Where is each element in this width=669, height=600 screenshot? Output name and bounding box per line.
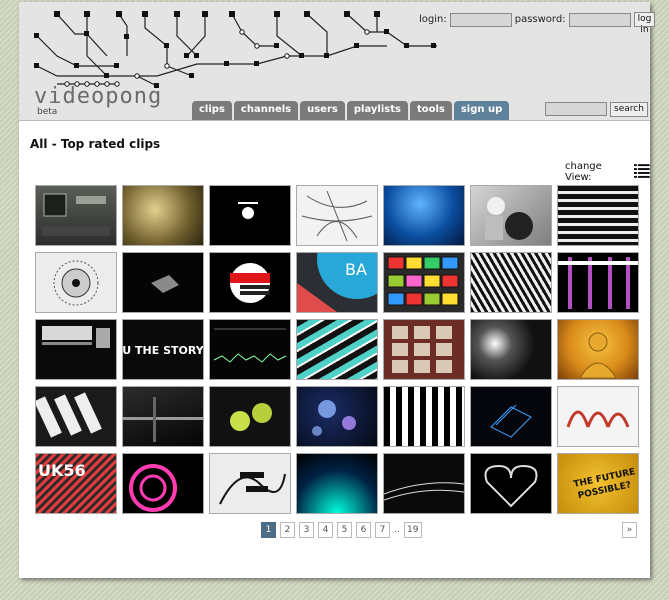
clip-thumbnail[interactable]	[470, 319, 552, 380]
clip-thumbnail[interactable]	[122, 386, 204, 447]
clip-thumbnail[interactable]	[383, 185, 465, 246]
search-input[interactable]	[545, 102, 607, 116]
main-nav: clips channels users playlists tools sig…	[192, 101, 510, 120]
page-link-5[interactable]: 5	[337, 522, 352, 538]
page-link-7[interactable]: 7	[375, 522, 390, 538]
clip-thumbnail[interactable]	[296, 453, 378, 514]
clip-thumbnail[interactable]	[209, 252, 291, 313]
logo-text[interactable]: videopong	[34, 84, 162, 109]
clip-thumbnail[interactable]	[122, 453, 204, 514]
change-view-label: change View:	[565, 161, 602, 183]
clip-thumbnail[interactable]	[383, 386, 465, 447]
clip-thumbnail[interactable]	[296, 386, 378, 447]
clip-thumbnail[interactable]	[470, 252, 552, 313]
pagination-ellipsis: ..	[394, 525, 400, 535]
svg-text:BA: BA	[345, 260, 367, 279]
login-label: login:	[419, 14, 447, 25]
clip-thumbnail[interactable]	[383, 319, 465, 380]
page-link-3[interactable]: 3	[299, 522, 314, 538]
clip-thumbnail[interactable]	[209, 185, 291, 246]
change-view: change View:	[565, 161, 650, 183]
page-link-4[interactable]: 4	[318, 522, 333, 538]
clip-thumbnail[interactable]	[122, 185, 204, 246]
clip-thumbnail[interactable]	[35, 252, 117, 313]
page-link-1[interactable]: 1	[261, 522, 276, 538]
clip-thumbnail[interactable]	[557, 185, 639, 246]
clip-thumbnail[interactable]	[296, 185, 378, 246]
svg-text:UK56: UK56	[38, 461, 86, 480]
login-area: login: password: log in	[419, 12, 656, 35]
clip-thumbnail[interactable]	[383, 453, 465, 514]
pagination: 1 2 3 4 5 6 7 .. 19	[261, 522, 422, 538]
clip-thumbnail[interactable]	[470, 185, 552, 246]
clip-thumbnail[interactable]	[122, 252, 204, 313]
clip-thumbnail[interactable]	[296, 319, 378, 380]
page-link-2[interactable]: 2	[280, 522, 295, 538]
clip-thumbnail[interactable]	[557, 319, 639, 380]
login-field[interactable]	[449, 12, 512, 27]
clip-thumbnail[interactable]	[470, 453, 552, 514]
search-area: search	[545, 102, 648, 117]
clip-thumbnail[interactable]	[35, 319, 117, 380]
header: videopong beta login: password: log in c…	[19, 2, 656, 121]
password-label: password:	[514, 14, 566, 25]
clip-thumbnail[interactable]	[470, 386, 552, 447]
page-link-6[interactable]: 6	[356, 522, 371, 538]
tab-tools[interactable]: tools	[409, 101, 452, 120]
login-button[interactable]: log in	[633, 12, 656, 35]
page: videopong beta login: password: log in c…	[19, 2, 656, 578]
clip-thumbnail[interactable]	[35, 386, 117, 447]
clip-thumbnail[interactable]	[209, 453, 291, 514]
list-view-icon[interactable]	[634, 164, 650, 180]
page-title: All - Top rated clips	[30, 137, 161, 151]
clip-thumbnail[interactable]	[557, 252, 639, 313]
clip-thumbnail[interactable]	[35, 185, 117, 246]
clip-thumbnail[interactable]	[557, 386, 639, 447]
clip-grid: BA U THE STORY UK56 THE FUTURE POSSIBLE?	[35, 185, 639, 514]
tab-clips[interactable]: clips	[192, 101, 232, 120]
clip-thumbnail[interactable]	[209, 386, 291, 447]
tab-users[interactable]: users	[300, 101, 345, 120]
page-link-last[interactable]: 19	[403, 522, 422, 538]
clip-thumbnail[interactable]: UK56	[35, 453, 117, 514]
password-field[interactable]	[568, 12, 631, 27]
svg-text:U THE STORY: U THE STORY	[123, 344, 203, 357]
tab-channels[interactable]: channels	[233, 101, 299, 120]
beta-label: beta	[37, 107, 58, 117]
clip-thumbnail[interactable]	[383, 252, 465, 313]
circuit-logo-graphic	[34, 11, 437, 88]
tab-playlists[interactable]: playlists	[346, 101, 408, 120]
search-button[interactable]: search	[610, 102, 648, 117]
clip-thumbnail[interactable]	[209, 319, 291, 380]
clip-thumbnail[interactable]: THE FUTURE ISPOSSIBLE?	[557, 453, 639, 514]
tab-sign-up[interactable]: sign up	[453, 101, 510, 120]
clip-thumbnail[interactable]: BA	[296, 252, 378, 313]
clip-thumbnail[interactable]: U THE STORY	[122, 319, 204, 380]
next-page-button[interactable]: »	[622, 522, 637, 538]
